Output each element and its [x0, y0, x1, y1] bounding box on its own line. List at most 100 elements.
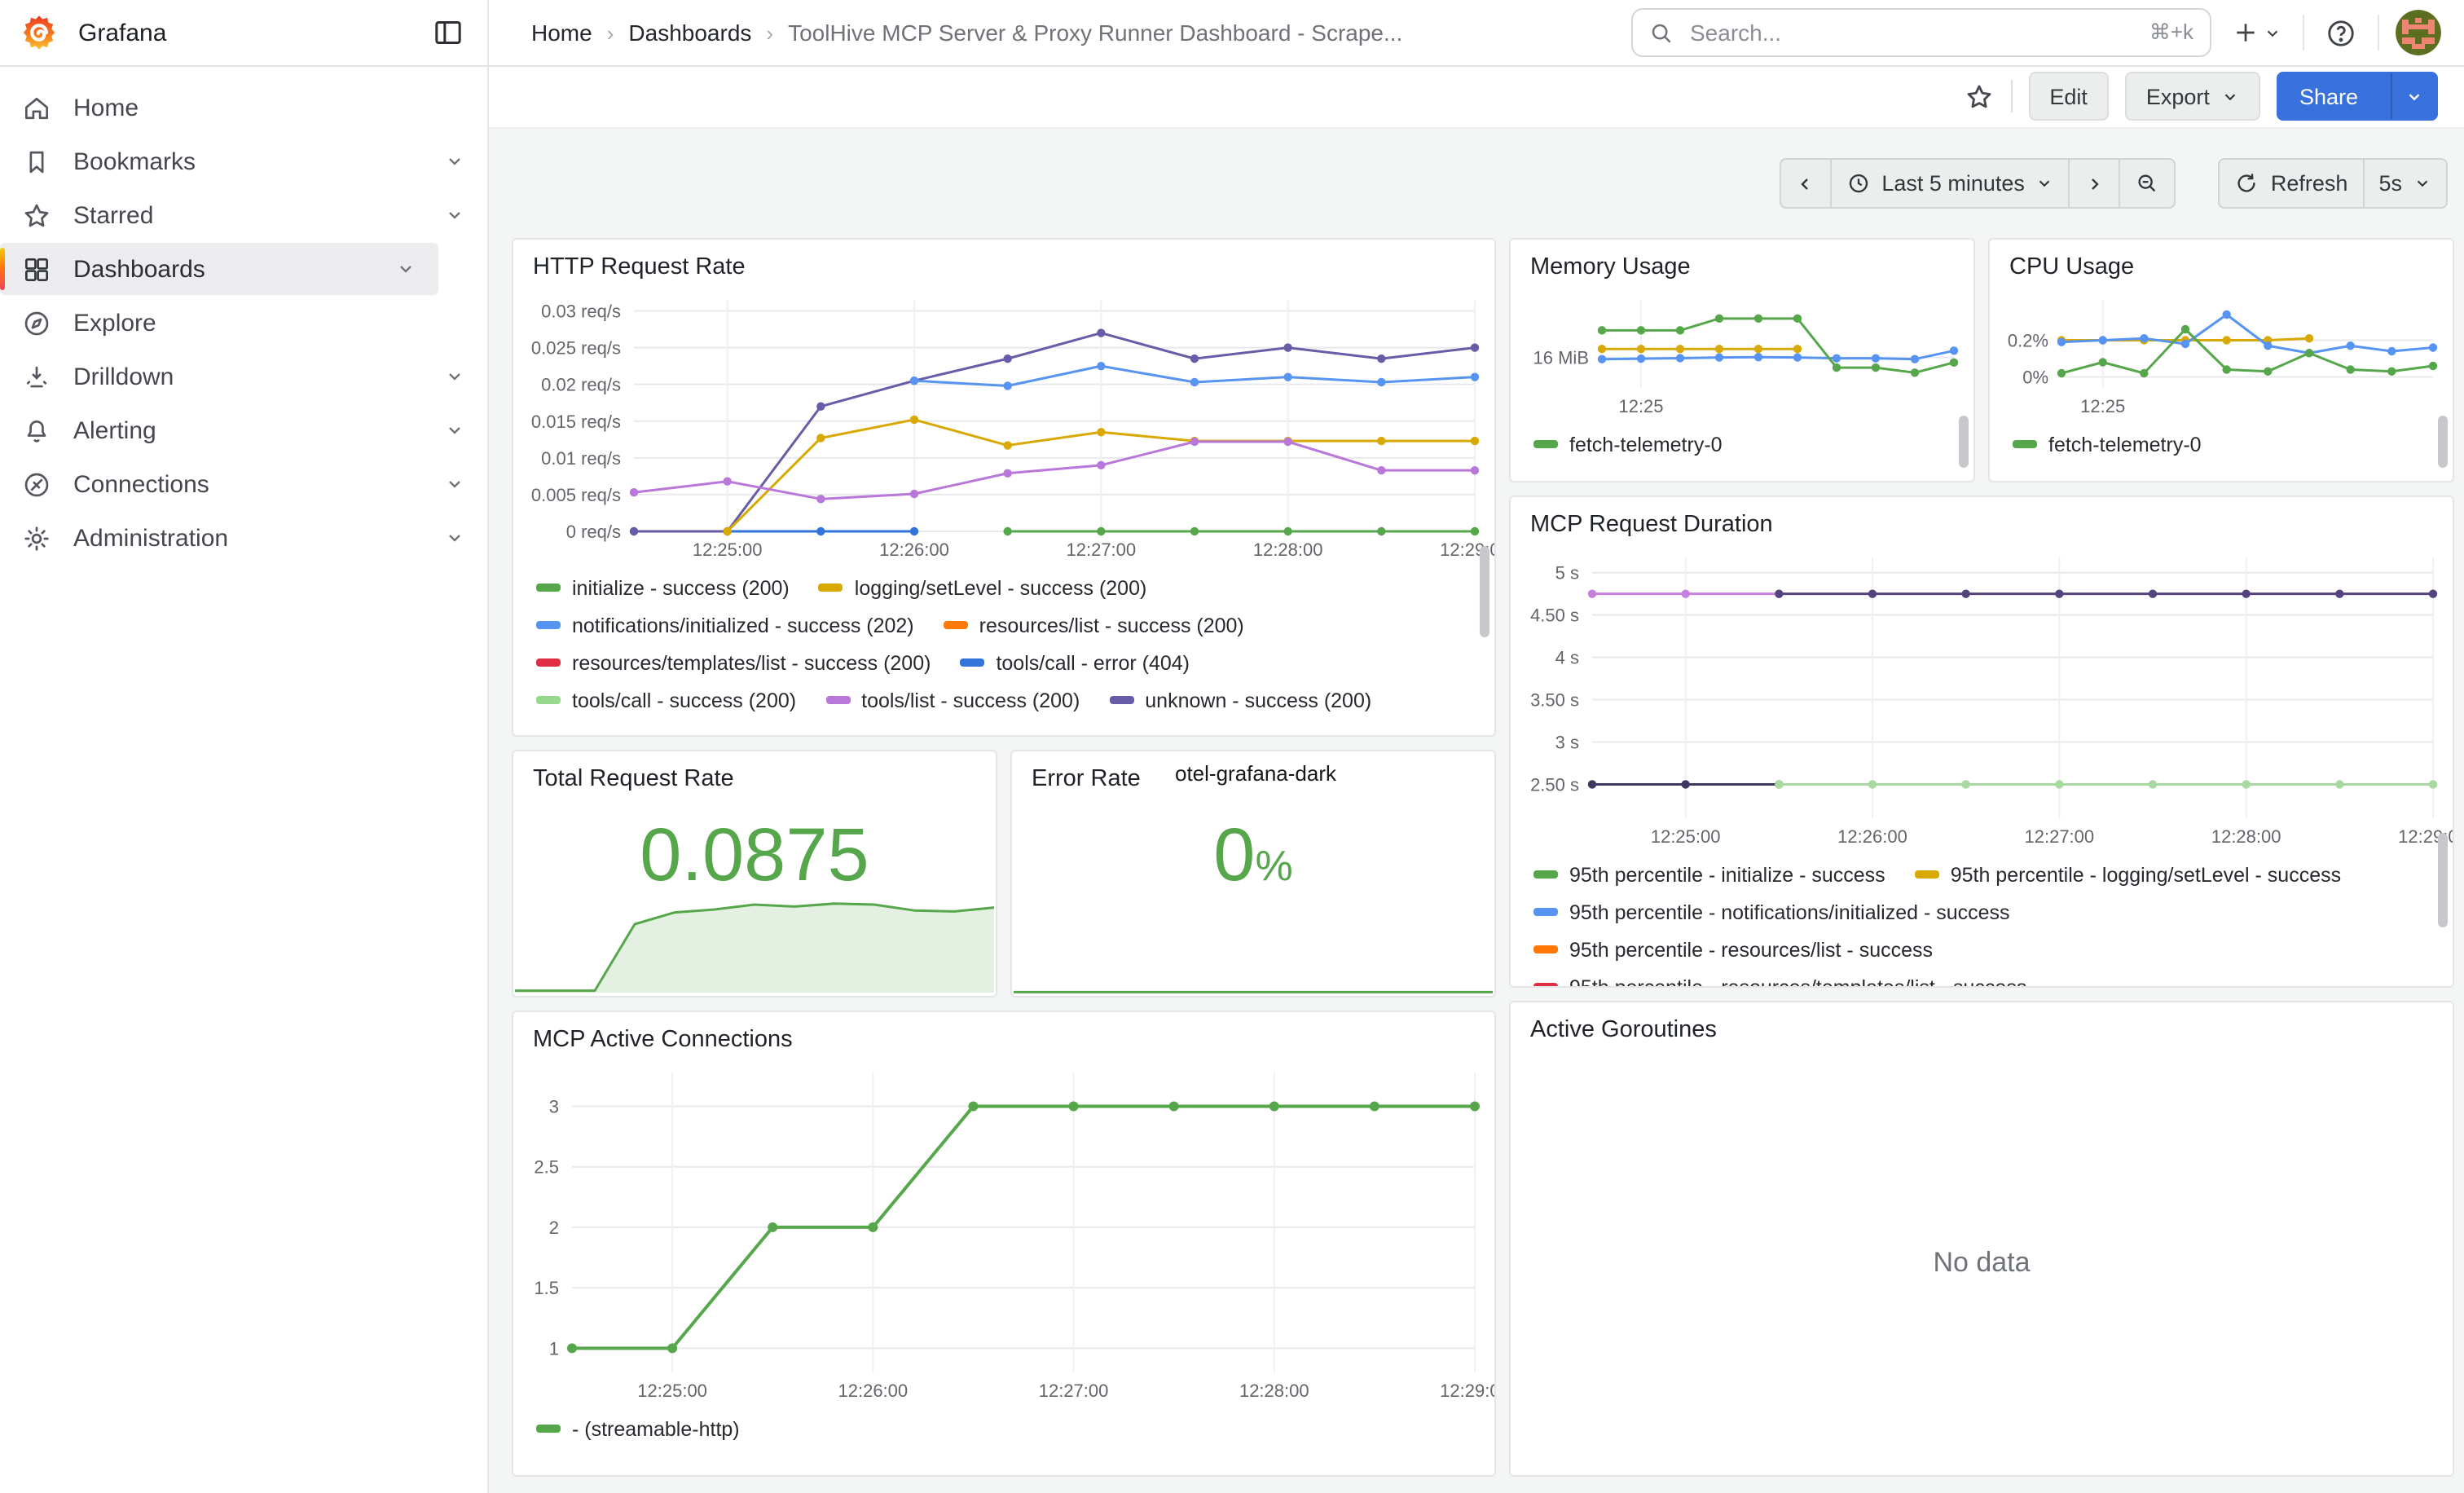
legend-label: unknown - success (200) — [1145, 689, 1371, 711]
legend-item[interactable]: initialize - success (200) — [536, 574, 790, 601]
share-label[interactable]: Share — [2278, 73, 2379, 119]
sidebar-item-connections[interactable]: Connections — [0, 458, 487, 510]
export-button[interactable]: Export — [2125, 72, 2260, 121]
sidebar-item-label: Bookmarks — [73, 148, 424, 175]
legend-item[interactable]: unknown - success (200) — [1109, 686, 1371, 714]
legend-item[interactable]: 95th percentile - resources/list - succe… — [1533, 936, 1933, 963]
legend-scrollbar[interactable] — [1480, 546, 1489, 637]
panel-title[interactable]: CPU Usage — [1990, 240, 2453, 287]
chevron-down-icon — [2036, 174, 2054, 192]
legend-item[interactable]: logging/setLevel - success (200) — [819, 574, 1147, 601]
grafana-logo-icon[interactable] — [20, 13, 59, 52]
panel-title[interactable]: HTTP Request Rate — [513, 240, 1494, 287]
time-range-picker[interactable]: Last 5 minutes — [1829, 160, 2069, 207]
refresh-button[interactable]: Refresh — [2220, 160, 2363, 207]
legend-item[interactable]: tools/call - error (404) — [960, 649, 1190, 676]
error-rate-sparkline[interactable] — [1014, 971, 1493, 994]
legend-swatch — [944, 622, 968, 629]
search-input[interactable] — [1687, 18, 2136, 47]
sidebar-item-dashboards[interactable]: Dashboards — [0, 243, 438, 295]
breadcrumb-current: ToolHive MCP Server & Proxy Runner Dashb… — [788, 20, 1402, 46]
panel-title[interactable]: Memory Usage — [1511, 240, 1973, 287]
legend-scrollbar[interactable] — [2438, 416, 2448, 468]
legend-scrollbar[interactable] — [1959, 416, 1969, 468]
legend-label: notifications/initialized - success (202… — [572, 614, 914, 636]
cpu-usage-chart[interactable]: 0%0.2%12:25 — [1990, 287, 2453, 421]
legend-item[interactable]: resources/templates/list - success (200) — [536, 649, 931, 676]
chevron-down-icon[interactable] — [445, 474, 464, 494]
http-request-rate-chart[interactable]: 0 req/s0.005 req/s0.01 req/s0.015 req/s0… — [513, 287, 1494, 564]
connections-plug-icon — [21, 469, 52, 500]
legend-item[interactable]: resources/list - success (200) — [944, 611, 1244, 639]
edit-button[interactable]: Edit — [2028, 72, 2109, 121]
top-nav-actions: ⌘+k — [1631, 8, 2464, 57]
time-shift-forward-button[interactable] — [2069, 160, 2119, 207]
legend-scrollbar[interactable] — [2438, 833, 2448, 927]
legend-item[interactable]: fetch-telemetry-0 — [1533, 430, 1723, 458]
mcp-request-duration-chart[interactable]: 2.50 s3 s3.50 s4 s4.50 s5 s12:25:0012:26… — [1511, 544, 2453, 851]
sidebar-item-label: Drilldown — [73, 363, 424, 390]
svg-text:2: 2 — [549, 1218, 559, 1238]
legend-label: 95th percentile - initialize - success — [1569, 863, 1885, 886]
legend-item[interactable]: 95th percentile - notifications/initiali… — [1533, 898, 2010, 926]
sidebar-item-label: Home — [73, 94, 464, 121]
sidebar-item-drilldown[interactable]: Drilldown — [0, 350, 487, 403]
chevron-down-icon — [2413, 174, 2431, 192]
legend-item[interactable]: 95th percentile - resources/templates/li… — [1533, 973, 2026, 986]
sidebar-item-home[interactable]: Home — [0, 81, 487, 134]
chevron-down-icon[interactable] — [445, 367, 464, 386]
time-range-group: Last 5 minutes — [1779, 158, 2176, 209]
legend-item[interactable]: notifications/initialized - success (202… — [536, 611, 914, 639]
refresh-interval-picker[interactable]: 5s — [2362, 160, 2446, 207]
chevron-down-icon[interactable] — [396, 259, 416, 279]
home-icon — [21, 92, 52, 123]
sidebar-item-explore[interactable]: Explore — [0, 297, 487, 349]
legend-item[interactable]: 95th percentile - logging/setLevel - suc… — [1915, 861, 2341, 888]
share-button[interactable]: Share — [2277, 72, 2438, 121]
compass-icon — [21, 307, 52, 338]
panel-active-goroutines: Active Goroutines No data — [1509, 1001, 2454, 1477]
mega-menu-toggle-icon[interactable] — [432, 16, 464, 49]
chevron-down-icon[interactable] — [445, 528, 464, 548]
sidebar-item-bookmarks[interactable]: Bookmarks — [0, 135, 487, 187]
breadcrumb-home[interactable]: Home — [531, 20, 592, 46]
favorite-star-icon[interactable] — [1963, 81, 1994, 112]
share-menu-caret[interactable] — [2391, 73, 2436, 119]
legend-item[interactable]: fetch-telemetry-0 — [2013, 430, 2202, 458]
breadcrumb-dashboards[interactable]: Dashboards — [628, 20, 751, 46]
panel-title[interactable]: MCP Request Duration — [1511, 497, 2453, 544]
chevron-down-icon[interactable] — [445, 421, 464, 440]
sidebar-item-administration[interactable]: Administration — [0, 512, 487, 564]
svg-text:0.03 req/s: 0.03 req/s — [541, 302, 621, 322]
duration-legend: 95th percentile - initialize - success 95… — [1511, 851, 2453, 986]
svg-text:3.50 s: 3.50 s — [1530, 690, 1579, 711]
svg-text:1.5: 1.5 — [534, 1278, 559, 1298]
panel-title[interactable]: MCP Active Connections — [513, 1012, 1494, 1059]
memory-usage-chart[interactable]: 16 MiB12:25 — [1511, 287, 1973, 421]
panel-title[interactable]: Total Request Rate — [513, 751, 996, 799]
search-box[interactable]: ⌘+k — [1631, 8, 2211, 57]
time-controls: Last 5 minutes — [512, 129, 2454, 238]
stat-value: 0% — [1012, 810, 1494, 898]
brand-block: Grafana — [0, 0, 489, 65]
mcp-active-connections-chart[interactable]: 11.522.5312:25:0012:26:0012:27:0012:28:0… — [513, 1059, 1494, 1405]
sidebar-item-label: Connections — [73, 470, 424, 498]
star-icon — [21, 200, 52, 231]
sidebar-item-alerting[interactable]: Alerting — [0, 404, 487, 456]
help-button[interactable] — [2321, 12, 2361, 53]
sidebar-item-starred[interactable]: Starred — [0, 189, 487, 241]
legend-item[interactable]: 95th percentile - initialize - success — [1533, 861, 1885, 888]
chevron-down-icon[interactable] — [445, 205, 464, 225]
legend-item[interactable]: tools/call - success (200) — [536, 686, 796, 714]
new-menu-button[interactable] — [2228, 15, 2286, 51]
user-avatar[interactable] — [2396, 10, 2441, 55]
svg-text:12:26:00: 12:26:00 — [838, 1381, 909, 1401]
legend-item[interactable]: - (streamable-http) — [536, 1415, 740, 1442]
time-shift-back-button[interactable] — [1780, 160, 1829, 207]
zoom-out-button[interactable] — [2119, 160, 2175, 207]
chevron-down-icon — [2221, 87, 2239, 105]
panel-title[interactable]: Active Goroutines — [1511, 1002, 2453, 1050]
legend-swatch — [1915, 871, 1939, 879]
chevron-down-icon[interactable] — [445, 152, 464, 171]
legend-item[interactable]: tools/list - success (200) — [825, 686, 1080, 714]
